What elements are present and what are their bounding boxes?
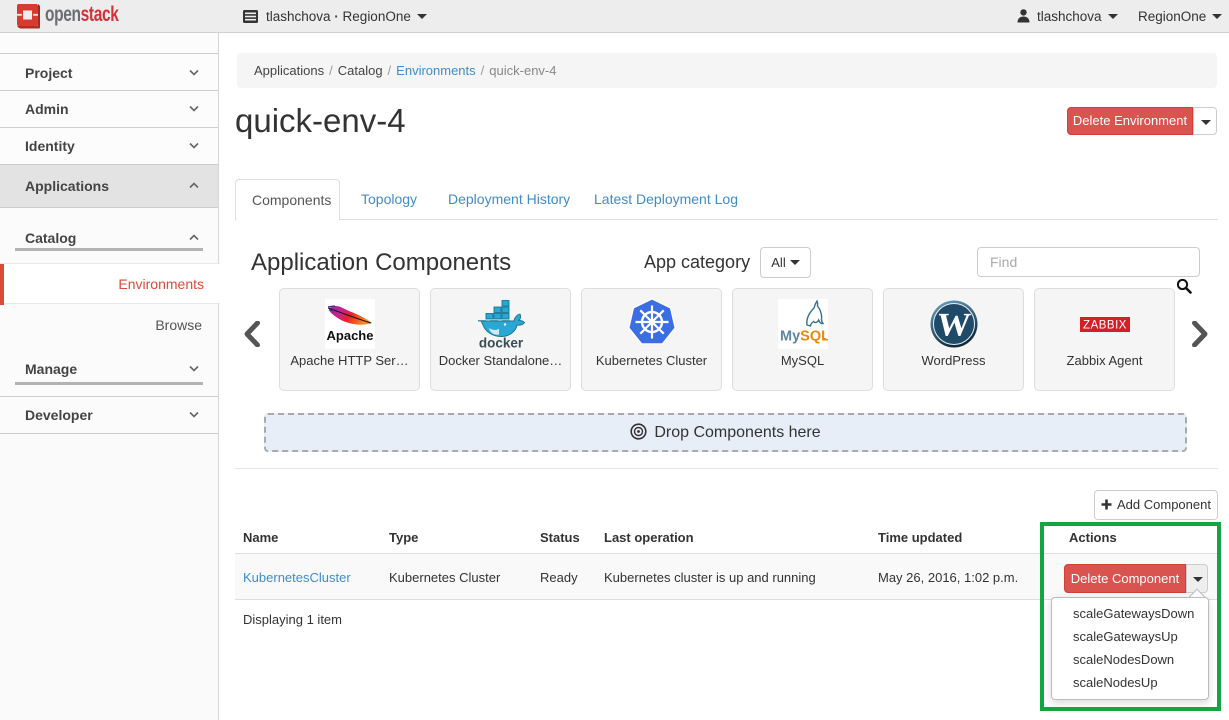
svg-text:MySQL: MySQL xyxy=(780,329,828,345)
svg-text:ZABBIX: ZABBIX xyxy=(1083,320,1127,332)
svg-text:Apache: Apache xyxy=(327,328,374,343)
svg-text:docker: docker xyxy=(479,336,524,350)
svg-text:W: W xyxy=(935,308,972,344)
